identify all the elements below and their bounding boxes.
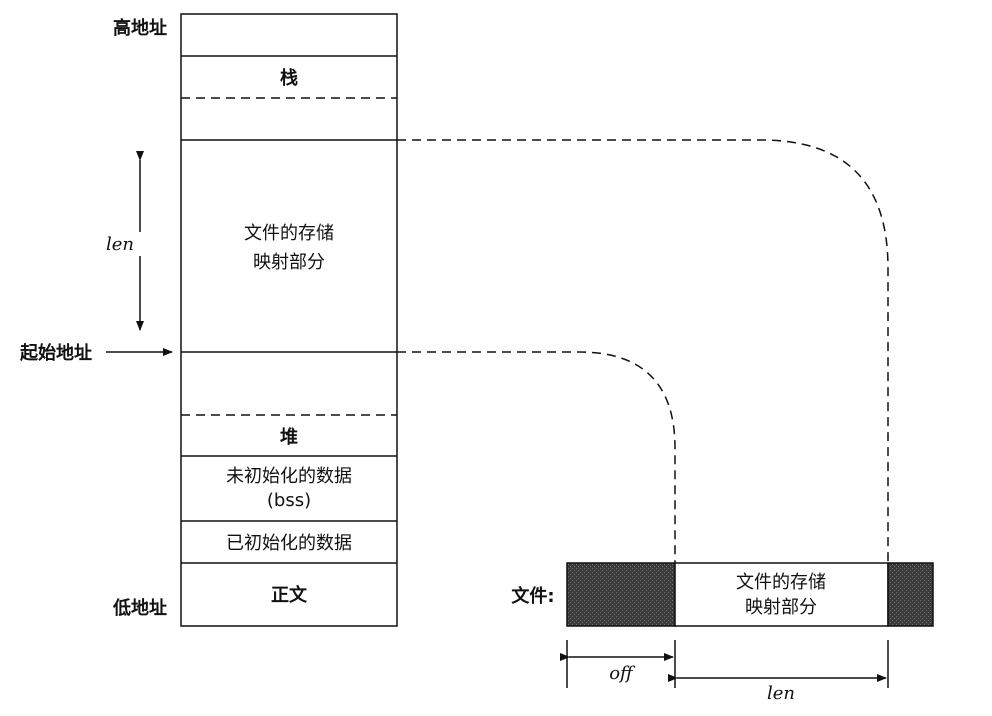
- text-segment-label: 正文: [271, 584, 308, 606]
- heap-label: 堆: [280, 426, 298, 448]
- connector-top: [397, 139, 889, 563]
- file-label: 文件:: [511, 585, 554, 607]
- start-address-label: 起始地址: [19, 342, 92, 364]
- memory-mapped-label-line2: 映射部分: [253, 252, 325, 273]
- file-len-label: len: [767, 683, 795, 704]
- file-mapped-label-line1: 文件的存储: [736, 572, 826, 593]
- bss-label-line2: (bss): [267, 490, 311, 511]
- mmap-diagram: 栈 文件的存储 映射部分 堆 未初始化的数据 (bss) 已初始化的数据 正文 …: [19, 13, 934, 704]
- connector-bottom: [397, 351, 676, 563]
- file-shaded-left: [566, 562, 676, 627]
- off-label: off: [609, 663, 636, 684]
- file-mapped-label-line2: 映射部分: [745, 597, 817, 618]
- mapping-connectors: [397, 139, 889, 563]
- memory-mapped-label-line1: 文件的存储: [244, 223, 334, 244]
- stack-label: 栈: [280, 67, 298, 89]
- file-shaded-right: [887, 562, 934, 627]
- high-address-label: 高地址: [113, 17, 167, 39]
- memory-len-label: len: [106, 234, 134, 255]
- data-label: 已初始化的数据: [226, 533, 352, 554]
- low-address-label: 低地址: [112, 597, 167, 619]
- file-bar: 文件: 文件的存储 映射部分 off len: [511, 562, 934, 704]
- memory-layout: 栈 文件的存储 映射部分 堆 未初始化的数据 (bss) 已初始化的数据 正文 …: [19, 13, 398, 627]
- bss-label-line1: 未初始化的数据: [226, 466, 352, 487]
